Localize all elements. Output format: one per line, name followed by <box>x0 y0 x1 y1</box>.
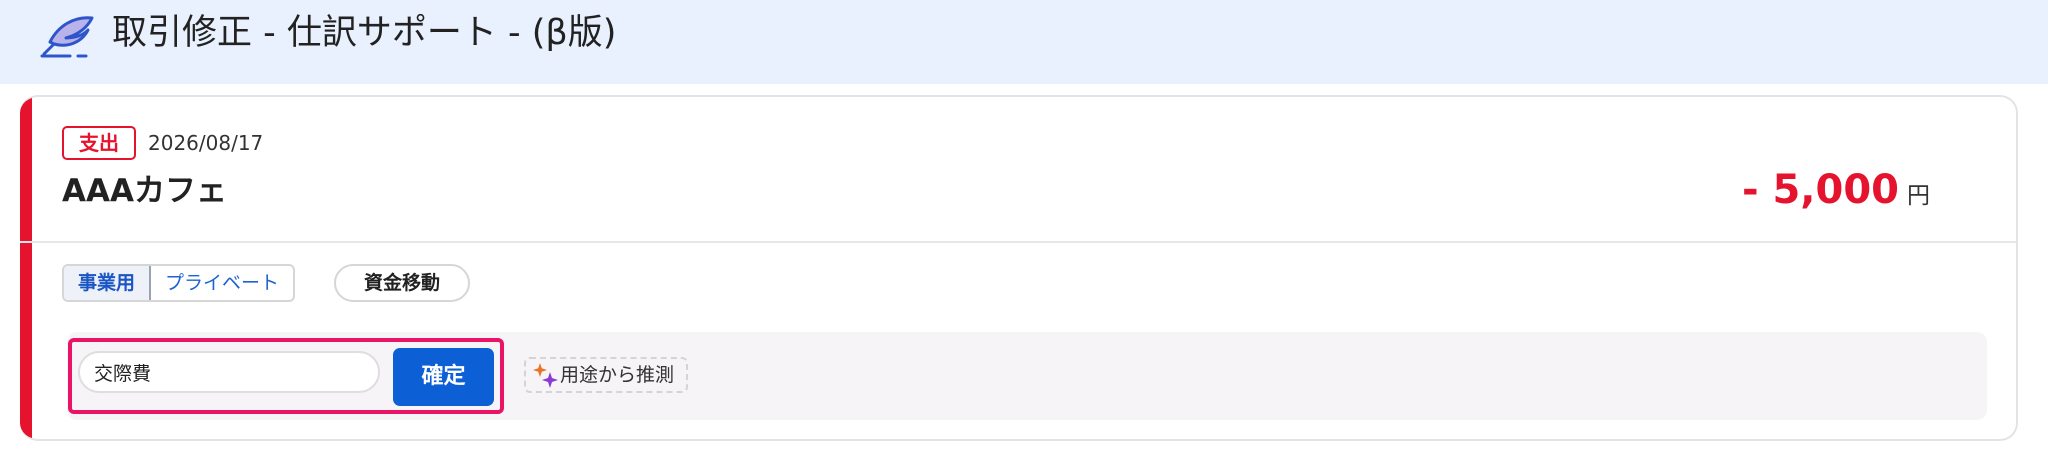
transaction-summary: 支出 2026/08/17 AAAカフェ - 5,000 円 <box>20 97 2016 243</box>
guess-label: 用途から推測 <box>560 364 675 386</box>
confirm-button[interactable]: 確定 <box>393 348 494 406</box>
fund-transfer-button[interactable]: 資金移動 <box>334 264 470 302</box>
transaction-date: 2026/08/17 <box>148 131 264 155</box>
account-title-input[interactable] <box>78 351 380 393</box>
amount-value: - 5,000 <box>1741 167 1899 213</box>
amount-display: - 5,000 円 <box>1742 165 1930 215</box>
app-header: 取引修正 - 仕訳サポート - (β版) <box>0 0 2048 84</box>
page-title: 取引修正 - 仕訳サポート - (β版) <box>112 13 617 53</box>
merchant-name: AAAカフェ <box>62 173 227 209</box>
transaction-card: 支出 2026/08/17 AAAカフェ - 5,000 円 事業用 プライベート… <box>20 95 2018 441</box>
quill-icon <box>40 16 94 58</box>
usage-business-option[interactable]: 事業用 <box>64 266 152 300</box>
expense-type-badge: 支出 <box>62 126 136 160</box>
usage-private-option[interactable]: プライベート <box>151 266 293 300</box>
guess-from-usage-button[interactable]: 用途から推測 <box>524 357 689 393</box>
usage-toggle: 事業用 プライベート <box>62 264 296 302</box>
currency-unit: 円 <box>1907 183 1930 209</box>
sparkle-icon <box>533 363 558 388</box>
